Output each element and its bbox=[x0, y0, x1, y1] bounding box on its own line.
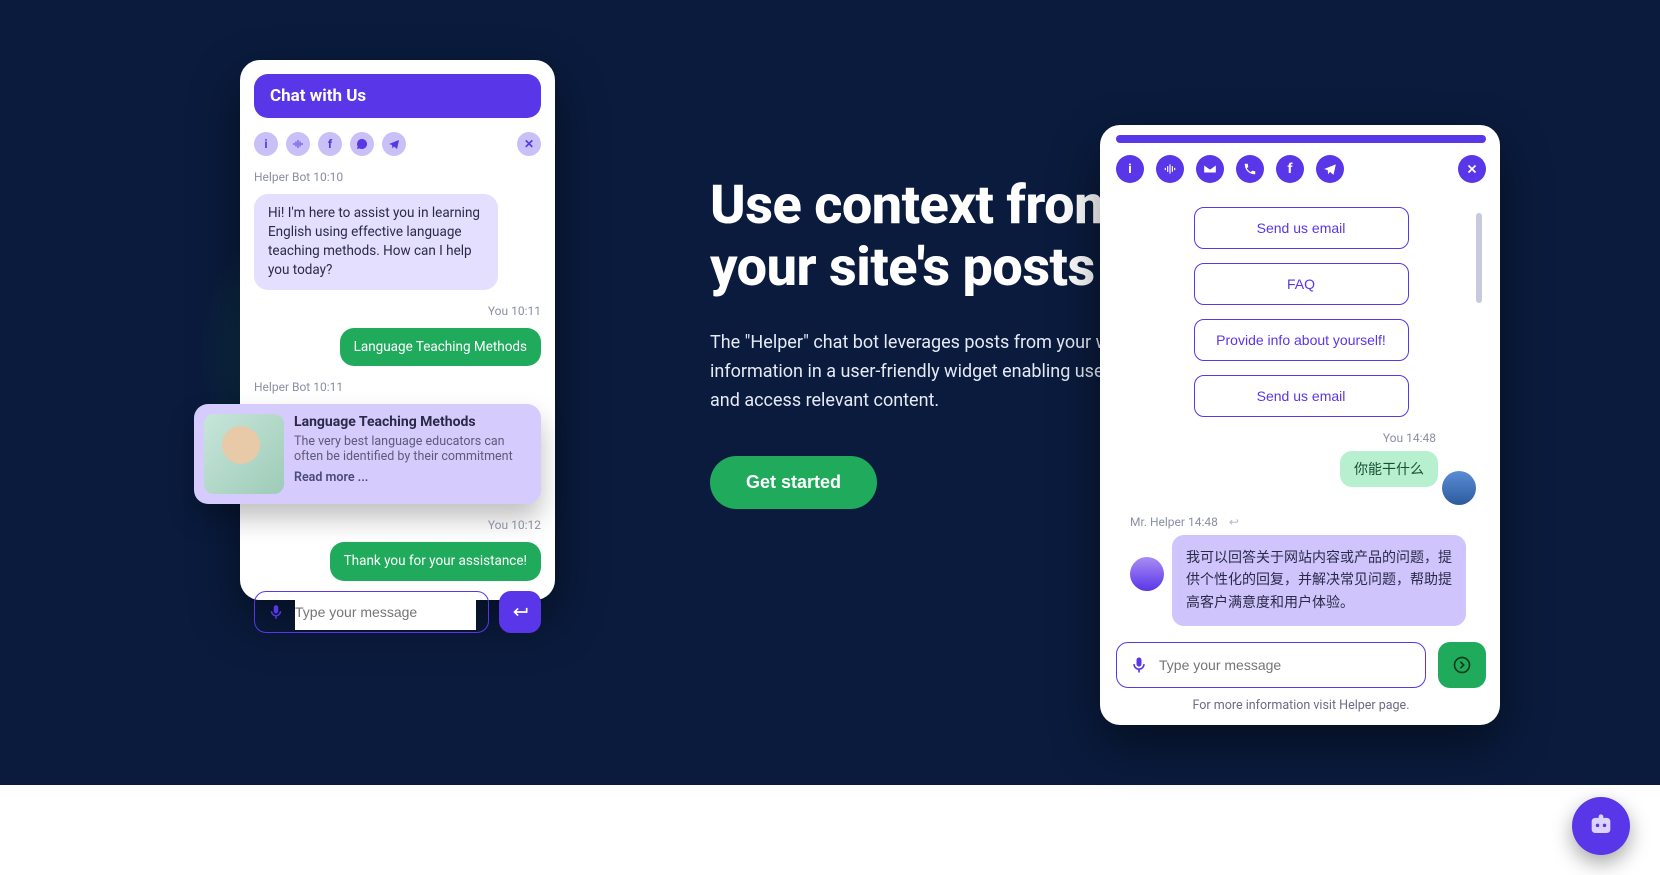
helper-bot-bubble: 我可以回答关于网站内容或产品的问题，提供个性化的回复，并解决常见问题，帮助提高客… bbox=[1172, 535, 1466, 626]
bot-meta-1: Helper Bot 10:10 bbox=[254, 170, 541, 184]
info-icon[interactable]: i bbox=[1116, 155, 1144, 183]
bot-bubble-1: Hi! I'm here to assist you in learning E… bbox=[254, 194, 498, 290]
user-bubble-1: Language Teaching Methods bbox=[340, 328, 541, 367]
helper-user-bubble: 你能干什么 bbox=[1340, 451, 1438, 487]
info-icon[interactable]: i bbox=[254, 132, 278, 156]
chat-fab[interactable] bbox=[1572, 797, 1630, 855]
white-strip bbox=[0, 785, 1660, 875]
audio-icon[interactable] bbox=[286, 132, 310, 156]
helper-panel: i f Send us email FAQ Provide info about… bbox=[1100, 125, 1500, 725]
card-title: Language Teaching Methods bbox=[294, 414, 531, 430]
helper-scroll-area[interactable]: Send us email FAQ Provide info about you… bbox=[1116, 207, 1486, 630]
helper-bot-meta: Mr. Helper 14:48 ↩ bbox=[1130, 515, 1486, 529]
chat-input[interactable] bbox=[254, 591, 489, 633]
card-read-more-link[interactable]: Read more ... bbox=[294, 470, 531, 485]
facebook-icon[interactable]: f bbox=[318, 132, 342, 156]
enter-icon bbox=[510, 602, 530, 622]
bot-avatar bbox=[1130, 557, 1164, 591]
content-card[interactable]: Language Teaching Methods The very best … bbox=[194, 404, 541, 504]
chat-header: Chat with Us bbox=[254, 74, 541, 118]
helper-icon-row: i f bbox=[1116, 155, 1486, 183]
robot-icon bbox=[1587, 812, 1615, 840]
user-meta-1: You 10:11 bbox=[254, 304, 541, 318]
get-started-button[interactable]: Get started bbox=[710, 456, 877, 509]
close-icon[interactable] bbox=[1458, 155, 1486, 183]
card-body: Language Teaching Methods The very best … bbox=[294, 414, 531, 494]
whatsapp-icon[interactable] bbox=[350, 132, 374, 156]
helper-topbar bbox=[1116, 135, 1486, 143]
facebook-icon[interactable]: f bbox=[1276, 155, 1304, 183]
arrow-right-icon bbox=[1452, 655, 1472, 675]
option-provide-info[interactable]: Provide info about yourself! bbox=[1194, 319, 1409, 361]
helper-input[interactable] bbox=[1116, 642, 1426, 688]
mic-icon bbox=[267, 603, 285, 621]
card-thumbnail bbox=[204, 414, 284, 494]
reply-icon[interactable]: ↩ bbox=[1229, 515, 1239, 529]
user-bubble-2: Thank you for your assistance! bbox=[330, 542, 541, 581]
telegram-icon[interactable] bbox=[382, 132, 406, 156]
helper-input-row bbox=[1116, 642, 1486, 688]
phone-icon[interactable] bbox=[1236, 155, 1264, 183]
helper-input-field[interactable] bbox=[1159, 643, 1413, 687]
helper-user-row: 你能干什么 bbox=[1116, 451, 1486, 487]
user-meta-2: You 10:12 bbox=[254, 518, 541, 532]
option-send-email[interactable]: Send us email bbox=[1194, 207, 1409, 249]
user-avatar bbox=[1442, 471, 1476, 505]
chat-send-button[interactable] bbox=[499, 591, 541, 633]
mic-icon bbox=[1129, 655, 1149, 675]
chat-widget: Chat with Us i f ✕ Helper Bot 10:10 Hi! … bbox=[240, 60, 555, 600]
helper-footer[interactable]: For more information visit Helper page. bbox=[1116, 698, 1486, 713]
helper-send-button[interactable] bbox=[1438, 642, 1486, 688]
option-faq[interactable]: FAQ bbox=[1194, 263, 1409, 305]
helper-bot-time: 14:48 bbox=[1188, 515, 1218, 529]
email-icon[interactable] bbox=[1196, 155, 1224, 183]
audio-icon[interactable] bbox=[1156, 155, 1184, 183]
helper-user-meta: You 14:48 bbox=[1116, 431, 1436, 445]
telegram-icon[interactable] bbox=[1316, 155, 1344, 183]
chat-input-row bbox=[254, 591, 541, 633]
card-subtitle: The very best language educators can oft… bbox=[294, 434, 531, 464]
headline-line-1: Use context from bbox=[710, 174, 1120, 237]
option-send-email-2[interactable]: Send us email bbox=[1194, 375, 1409, 417]
chat-input-field[interactable] bbox=[295, 594, 476, 630]
bot-meta-2: Helper Bot 10:11 bbox=[254, 380, 541, 394]
helper-bot-name: Mr. Helper bbox=[1130, 515, 1185, 529]
chat-icon-row: i f ✕ bbox=[254, 132, 541, 156]
headline-line-2: your site's posts bbox=[710, 236, 1095, 299]
scrollbar[interactable] bbox=[1476, 213, 1482, 303]
close-icon[interactable]: ✕ bbox=[517, 132, 541, 156]
